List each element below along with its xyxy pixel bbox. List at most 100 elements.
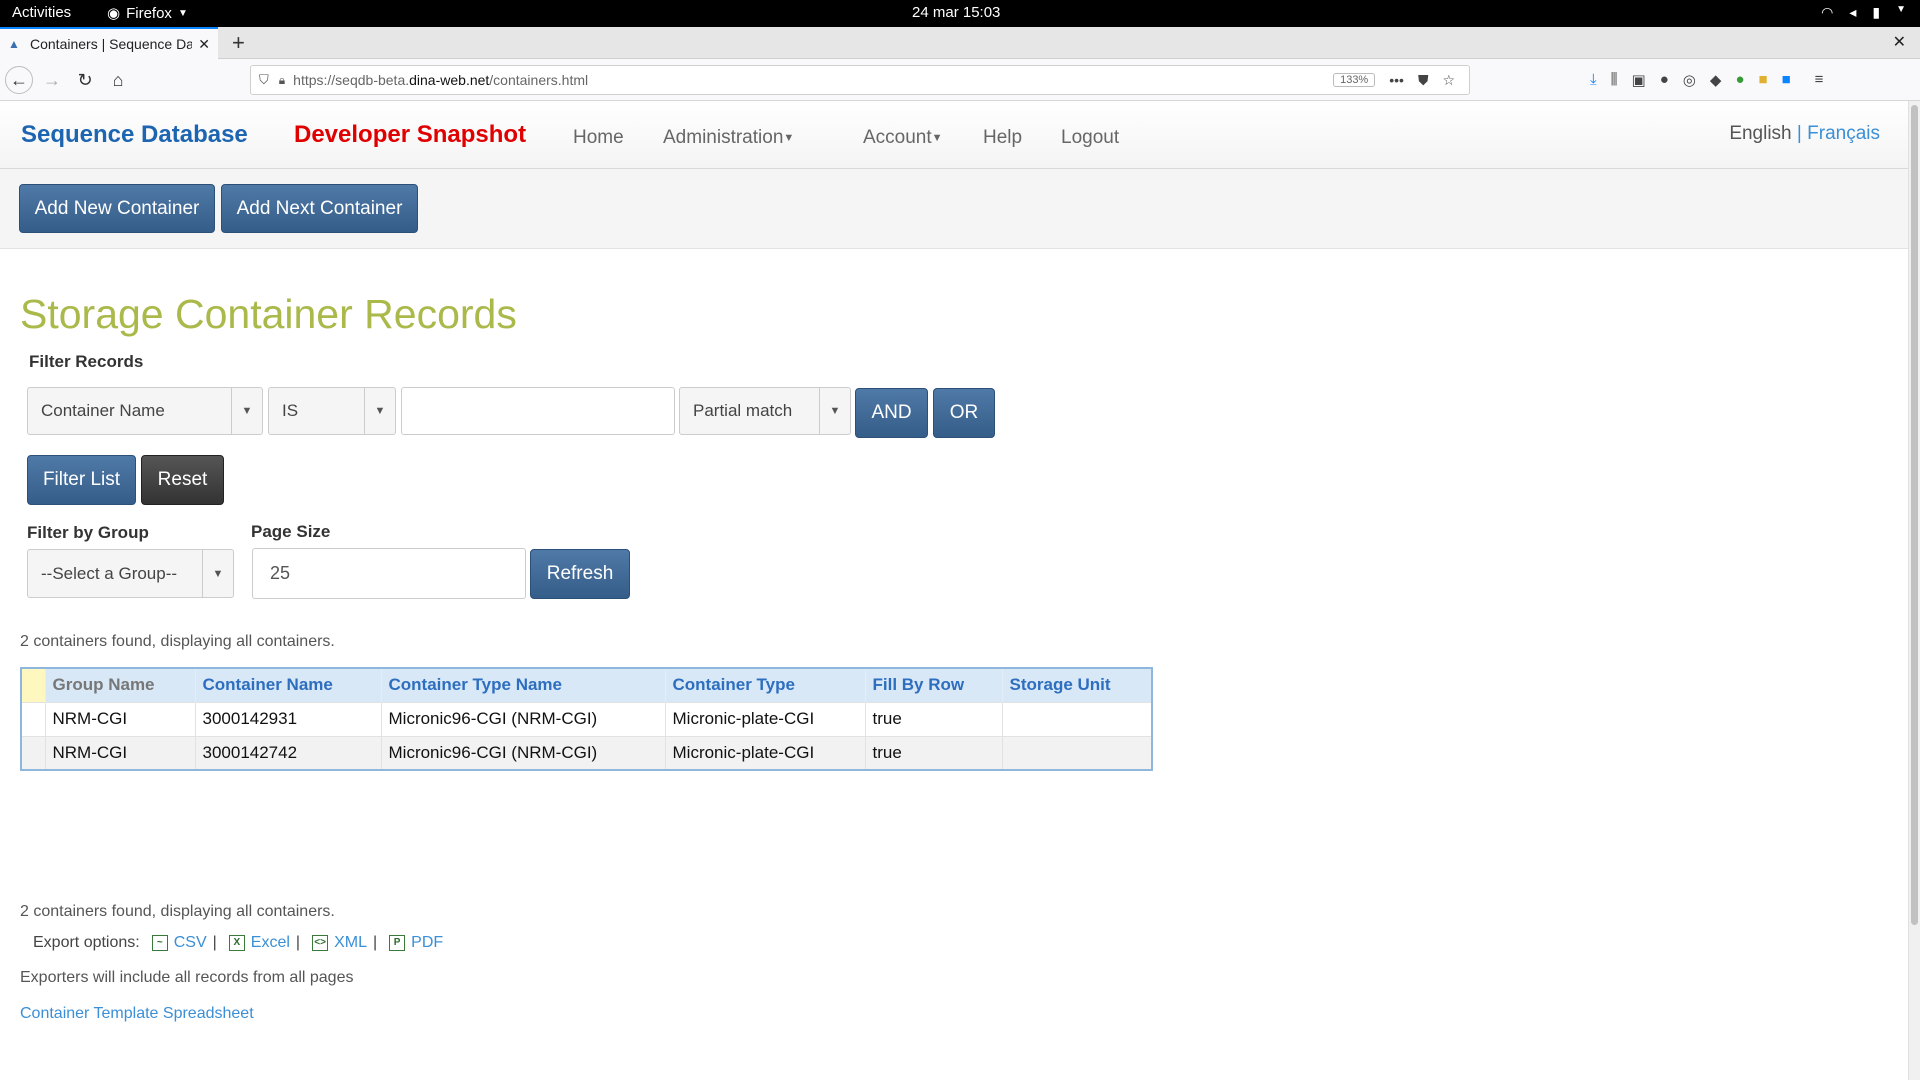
new-tab-icon[interactable]: +: [232, 30, 245, 56]
menu-icon[interactable]: ≡: [1815, 71, 1824, 89]
filter-value-input[interactable]: [401, 387, 675, 435]
system-tray[interactable]: ◠ ◂ ▮ ▼: [1821, 4, 1906, 21]
nav-help[interactable]: Help: [983, 127, 1022, 149]
container-template-spreadsheet-link[interactable]: Container Template Spreadsheet: [20, 1005, 254, 1023]
app-menu[interactable]: ◉ Firefox ▼: [107, 4, 188, 23]
screen: Activities ◉ Firefox ▼ 24 mar 15:03 ◠ ◂ …: [0, 0, 1920, 1080]
tab-strip: ▲ Containers | Sequence Da ✕ + ✕: [0, 27, 1920, 59]
os-top-bar: Activities ◉ Firefox ▼ 24 mar 15:03 ◠ ◂ …: [0, 0, 1920, 27]
filter-records-label: Filter Records: [29, 352, 144, 371]
table-cell: true: [865, 735, 1003, 770]
filter-field-select[interactable]: Container Name ▼: [27, 387, 263, 435]
export-csv-link[interactable]: CSV: [174, 934, 207, 952]
lang-separator: |: [1796, 123, 1802, 144]
row-select-cell[interactable]: [21, 735, 46, 770]
containers-table: Group Name Container Name Container Type…: [20, 667, 1153, 771]
tab-title: Containers | Sequence Da: [30, 36, 193, 52]
account-icon[interactable]: ●: [1660, 71, 1669, 89]
export-excel-link[interactable]: Excel: [251, 934, 290, 952]
column-header[interactable]: Container Type: [665, 668, 866, 702]
url-text[interactable]: https://seqdb-beta.dina-web.net/containe…: [293, 72, 1333, 88]
language-switcher: English | Français: [1729, 123, 1880, 145]
table-row[interactable]: NRM-CGI 3000142931 Micronic96-CGI (NRM-C…: [21, 701, 1153, 736]
lock-icon[interactable]: 🔒︎: [279, 73, 285, 88]
refresh-button[interactable]: Refresh: [530, 549, 630, 599]
csv-file-icon: ~: [151, 935, 168, 951]
sidebar-icon[interactable]: ▣: [1632, 71, 1646, 89]
row-select-cell[interactable]: [21, 701, 46, 736]
chevron-down-icon: ▼: [202, 550, 233, 597]
extension-icon[interactable]: ◆: [1710, 71, 1722, 89]
filter-list-button[interactable]: Filter List: [27, 455, 136, 505]
select-column-header[interactable]: [21, 668, 46, 702]
column-header[interactable]: Fill By Row: [865, 668, 1003, 702]
table-cell: [1002, 735, 1153, 770]
extension-icon[interactable]: ■: [1759, 71, 1768, 89]
pocket-icon[interactable]: ⛊: [1418, 72, 1429, 89]
reset-button[interactable]: Reset: [141, 455, 224, 505]
activities-button[interactable]: Activities: [12, 4, 71, 21]
pdf-file-icon: P: [389, 935, 406, 951]
page-scrollbar[interactable]: [1908, 101, 1920, 1080]
browser-tab[interactable]: ▲ Containers | Sequence Da ✕: [0, 27, 218, 59]
table-cell: 3000142742: [195, 735, 382, 770]
page-size-input[interactable]: 25: [252, 548, 526, 599]
extension-icon[interactable]: ●: [1735, 71, 1744, 89]
page-content: Sequence Database Developer Snapshot Hom…: [0, 101, 1908, 1080]
url-bar[interactable]: ⛉ 🔒︎ https://seqdb-beta.dina-web.net/con…: [250, 65, 1470, 95]
exporters-note: Exporters will include all records from …: [20, 969, 354, 986]
column-header[interactable]: Container Name: [195, 668, 382, 702]
export-pdf-link[interactable]: PDF: [411, 934, 443, 952]
export-xml-link[interactable]: XML: [334, 934, 367, 952]
home-icon[interactable]: ⌂: [104, 66, 132, 94]
group-select[interactable]: --Select a Group-- ▼: [27, 549, 234, 598]
chevron-down-icon: ▼: [177, 7, 188, 19]
page-title: Storage Container Records: [20, 291, 517, 337]
scrollbar-thumb[interactable]: [1911, 105, 1918, 925]
filter-by-group-label: Filter by Group: [27, 523, 149, 542]
developer-snapshot-label: Developer Snapshot: [294, 121, 527, 148]
shield-icon[interactable]: ⛉: [259, 72, 269, 88]
back-icon[interactable]: ←: [5, 66, 33, 94]
table-row[interactable]: NRM-CGI 3000142742 Micronic96-CGI (NRM-C…: [21, 735, 1153, 770]
download-icon[interactable]: ⤓: [1590, 71, 1597, 89]
reload-icon[interactable]: ↻: [71, 66, 99, 94]
battery-icon: ▮: [1872, 4, 1881, 20]
extension-icon[interactable]: ■: [1782, 71, 1791, 89]
filter-operator-select[interactable]: IS ▼: [268, 387, 396, 435]
export-separator: |: [212, 934, 217, 951]
and-button[interactable]: AND: [855, 388, 928, 438]
more-actions-icon[interactable]: •••: [1389, 72, 1404, 88]
table-header-row: Group Name Container Name Container Type…: [21, 668, 1153, 702]
add-next-container-button[interactable]: Add Next Container: [221, 184, 418, 233]
library-icon[interactable]: ⫼: [1611, 71, 1618, 89]
nav-home[interactable]: Home: [573, 127, 624, 149]
caret-down-icon: ▼: [931, 131, 943, 144]
export-separator: |: [372, 934, 378, 951]
nav-logout[interactable]: Logout: [1061, 127, 1119, 149]
nav-administration[interactable]: Administration▼: [663, 127, 794, 149]
clock[interactable]: 24 mar 15:03: [912, 4, 1000, 21]
forward-icon[interactable]: →: [38, 66, 66, 94]
results-status-bottom: 2 containers found, displaying all conta…: [20, 903, 335, 920]
column-header[interactable]: Group Name: [45, 668, 196, 702]
brand-link[interactable]: Sequence Database: [21, 121, 248, 149]
lang-french[interactable]: Français: [1807, 123, 1880, 144]
add-new-container-button[interactable]: Add New Container: [19, 184, 215, 233]
export-label: Export options:: [33, 934, 140, 951]
nav-account[interactable]: Account▼: [863, 127, 943, 149]
extension-icon[interactable]: ◎: [1683, 71, 1696, 89]
column-header[interactable]: Container Type Name: [381, 668, 666, 702]
bookmark-star-icon[interactable]: ☆: [1442, 72, 1455, 89]
close-icon[interactable]: ✕: [198, 36, 210, 53]
firefox-icon: ◉: [107, 5, 121, 22]
lang-english[interactable]: English: [1729, 123, 1791, 144]
filter-match-select[interactable]: Partial match ▼: [679, 387, 851, 435]
table-cell: [1002, 701, 1153, 736]
or-button[interactable]: OR: [933, 388, 995, 438]
zoom-indicator[interactable]: 133%: [1333, 73, 1376, 87]
window-close-icon[interactable]: ✕: [1893, 32, 1906, 52]
column-header[interactable]: Storage Unit: [1002, 668, 1153, 702]
group-select-value: --Select a Group--: [41, 563, 178, 583]
filter-field-value: Container Name: [41, 401, 165, 420]
